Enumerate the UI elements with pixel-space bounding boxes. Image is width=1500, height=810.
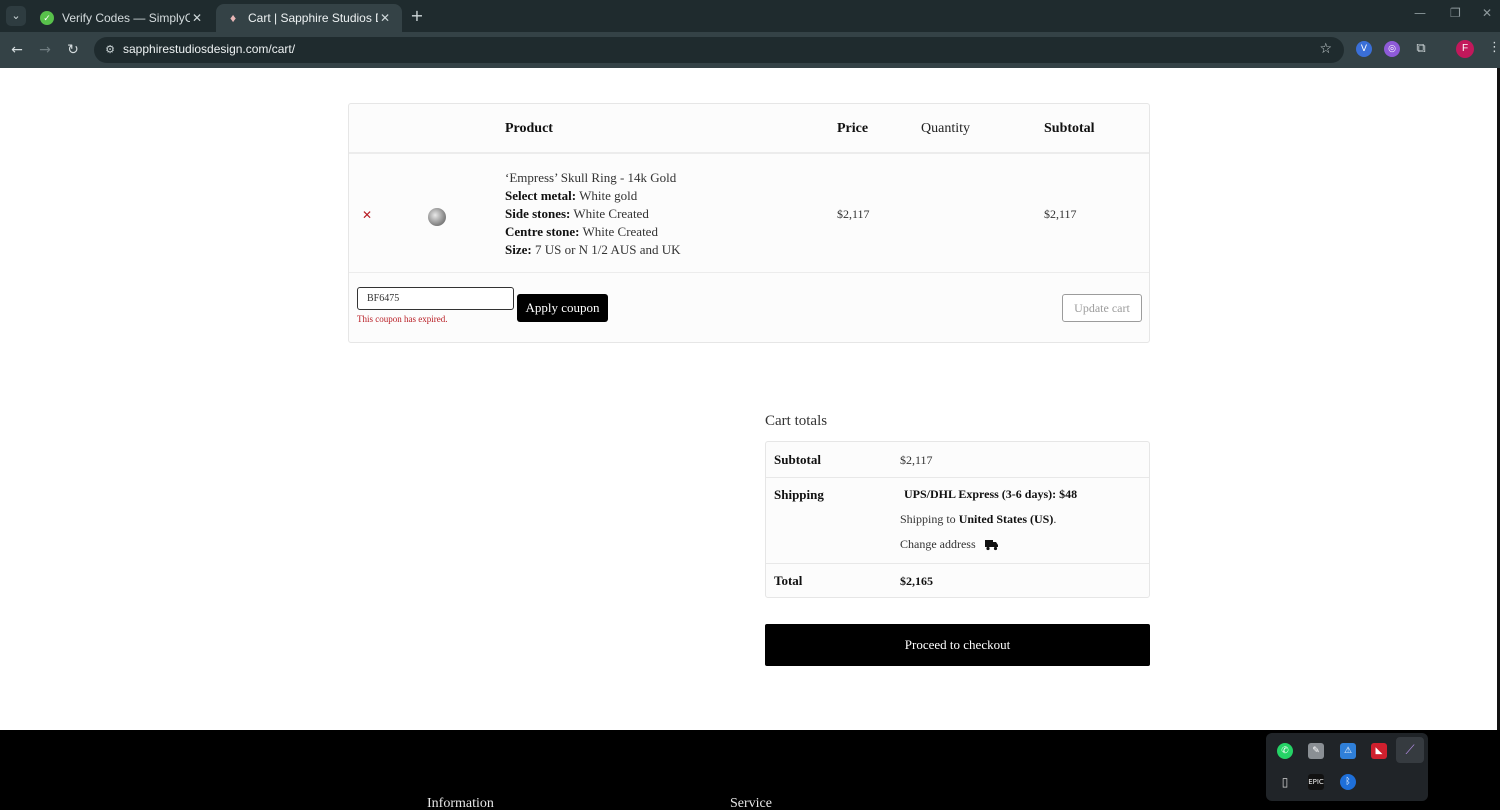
browser-chrome: ⌄ ✓ Verify Codes — SimplyCodes ✕ ♦ Cart …	[0, 0, 1500, 68]
divider	[766, 563, 1149, 564]
puzzle-icon[interactable]: ⧉	[1413, 41, 1429, 57]
more-menu-icon[interactable]: ⋮	[1488, 40, 1500, 55]
whatsapp-icon[interactable]: ✆	[1277, 743, 1293, 759]
divider	[349, 272, 1149, 273]
new-tab-plus-icon[interactable]: +	[408, 6, 426, 26]
update-cart-button[interactable]: Update cart	[1062, 294, 1142, 322]
meta-label: Side stones:	[505, 206, 571, 221]
tab-title: Cart | Sapphire Studios Design	[248, 11, 378, 25]
tab-cart[interactable]: ♦ Cart | Sapphire Studios Design ✕	[216, 4, 402, 32]
feather-icon[interactable]: ⟋	[1402, 743, 1418, 759]
shipping-destination: Shipping to United States (US).	[900, 512, 1057, 526]
tab-search-chevron-icon[interactable]: ⌄	[6, 6, 26, 26]
total-label: Total	[774, 573, 803, 588]
change-address-row: Change address	[900, 537, 999, 552]
back-arrow-icon[interactable]: ←	[7, 40, 27, 60]
address-bar[interactable]: ⚙ sapphirestudiosdesign.com/cart/ ☆	[94, 37, 1344, 63]
epic-games-icon[interactable]: EPIC	[1308, 774, 1324, 790]
close-icon[interactable]: ✕	[378, 11, 392, 25]
shield-extension-icon[interactable]: V	[1356, 41, 1372, 57]
cart-totals-table: Subtotal $2,117 Shipping UPS/DHL Express…	[765, 441, 1150, 598]
item-price: $2,117	[837, 207, 870, 221]
system-tray-overflow: ✆ ✎ ⚠ ◣ ⟋ ▯ EPIC ᛒ	[1266, 733, 1428, 801]
cloud-warning-icon[interactable]: ⚠	[1340, 743, 1356, 759]
shipping-method: UPS/DHL Express (3-6 days): $48	[904, 487, 1077, 502]
meta-value: White Created	[573, 206, 649, 221]
footer-heading-information: Information	[427, 796, 494, 810]
total-value: $2,165	[900, 574, 933, 588]
pen-app-icon[interactable]: ✎	[1308, 743, 1324, 759]
cart-totals-heading: Cart totals	[765, 413, 828, 429]
bluetooth-icon[interactable]: ᛒ	[1340, 774, 1356, 790]
extension-icon[interactable]: ◎	[1384, 41, 1400, 57]
meta-value: White Created	[582, 224, 658, 239]
gem-icon: ♦	[229, 11, 237, 25]
check-icon: ✓	[40, 11, 54, 25]
meta-label: Select metal:	[505, 188, 577, 203]
tab-title: Verify Codes — SimplyCodes	[62, 11, 190, 25]
apply-coupon-button[interactable]: Apply coupon	[517, 294, 608, 322]
product-meta-side-stones: Side stones: White Created	[505, 206, 649, 222]
coupon-code-input[interactable]	[357, 287, 514, 310]
product-meta-size: Size: 7 US or N 1/2 AUS and UK	[505, 242, 681, 258]
divider	[766, 477, 1149, 478]
meta-value: White gold	[579, 188, 638, 203]
meta-value: 7 US or N 1/2 AUS and UK	[534, 242, 681, 257]
product-thumbnail[interactable]	[428, 208, 446, 226]
shipping-to-prefix: Shipping to	[900, 512, 956, 526]
product-meta-centre-stone: Centre stone: White Created	[505, 224, 658, 240]
usb-drive-icon[interactable]: ▯	[1277, 774, 1293, 790]
footer-heading-service: Service	[730, 796, 772, 810]
header-price: Price	[837, 121, 869, 136]
divider	[349, 152, 1149, 154]
reload-icon[interactable]: ↻	[63, 40, 83, 60]
meta-label: Centre stone:	[505, 224, 580, 239]
cart-table: Product Price Quantity Subtotal ✕ ‘Empre…	[348, 103, 1150, 343]
subtotal-label: Subtotal	[774, 452, 821, 467]
restore-icon[interactable]: ❐	[1450, 6, 1461, 20]
shipping-country: United States (US)	[958, 512, 1054, 526]
bookmark-star-icon[interactable]: ☆	[1319, 41, 1332, 57]
coupon-error-message: This coupon has expired.	[357, 314, 448, 324]
remove-item-icon[interactable]: ✕	[362, 208, 372, 222]
toolbar: ← → ↻ ⚙ sapphirestudiosdesign.com/cart/ …	[0, 32, 1500, 68]
site-settings-icon[interactable]: ⚙	[102, 42, 118, 58]
window-close-icon[interactable]: ✕	[1482, 6, 1492, 20]
shipping-label: Shipping	[774, 487, 824, 502]
shipping-method-text: UPS/DHL Express (3-6 days): $48	[904, 487, 1078, 501]
amd-icon[interactable]: ◣	[1371, 743, 1387, 759]
product-meta-metal: Select metal: White gold	[505, 188, 637, 204]
proceed-to-checkout-button[interactable]: Proceed to checkout	[765, 624, 1150, 666]
header-product: Product	[505, 121, 553, 136]
item-subtotal: $2,117	[1044, 207, 1077, 221]
header-subtotal: Subtotal	[1044, 121, 1095, 136]
url-text[interactable]: sapphirestudiosdesign.com/cart/	[123, 42, 295, 56]
tab-bar: ⌄ ✓ Verify Codes — SimplyCodes ✕ ♦ Cart …	[0, 0, 1500, 32]
header-quantity: Quantity	[921, 121, 970, 136]
change-address-link[interactable]: Change address	[900, 537, 976, 551]
close-icon[interactable]: ✕	[190, 11, 204, 25]
subtotal-value: $2,117	[900, 453, 933, 467]
product-name-link[interactable]: ‘Empress’ Skull Ring - 14k Gold	[505, 170, 676, 186]
truck-icon[interactable]	[984, 539, 999, 551]
meta-label: Size:	[505, 242, 532, 257]
forward-arrow-icon[interactable]: →	[35, 40, 55, 60]
avatar[interactable]: F	[1456, 40, 1474, 58]
tab-simplycodes[interactable]: ✓ Verify Codes — SimplyCodes ✕	[30, 4, 214, 32]
minimize-icon[interactable]: —	[1414, 6, 1426, 20]
